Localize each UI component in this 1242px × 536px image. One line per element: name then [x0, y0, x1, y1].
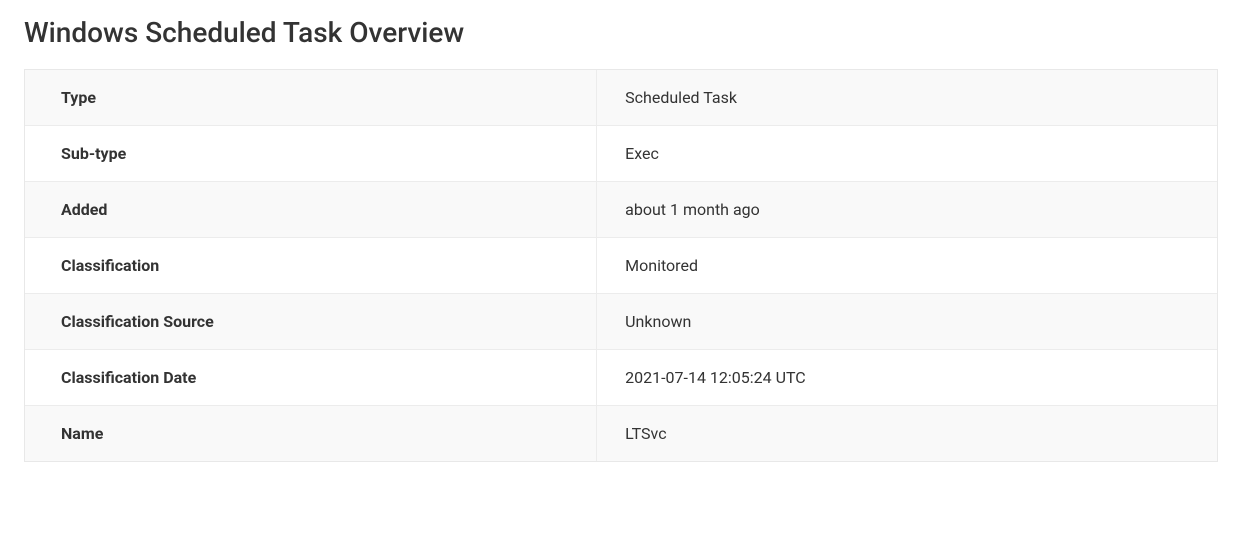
row-label-classification: Classification: [25, 238, 597, 293]
row-value-name: LTSvc: [597, 406, 1217, 461]
page-title: Windows Scheduled Task Overview: [24, 16, 1218, 49]
row-label-type: Type: [25, 70, 597, 125]
table-row: Name LTSvc: [25, 406, 1217, 461]
overview-table: Type Scheduled Task Sub-type Exec Added …: [24, 69, 1218, 462]
row-label-subtype: Sub-type: [25, 126, 597, 181]
table-row: Added about 1 month ago: [25, 182, 1217, 238]
row-value-type: Scheduled Task: [597, 70, 1217, 125]
table-row: Classification Date 2021-07-14 12:05:24 …: [25, 350, 1217, 406]
row-label-name: Name: [25, 406, 597, 461]
row-value-added: about 1 month ago: [597, 182, 1217, 237]
table-row: Classification Source Unknown: [25, 294, 1217, 350]
table-row: Sub-type Exec: [25, 126, 1217, 182]
row-label-classification-source: Classification Source: [25, 294, 597, 349]
row-value-classification-source: Unknown: [597, 294, 1217, 349]
row-value-subtype: Exec: [597, 126, 1217, 181]
table-row: Classification Monitored: [25, 238, 1217, 294]
table-row: Type Scheduled Task: [25, 70, 1217, 126]
row-value-classification-date: 2021-07-14 12:05:24 UTC: [597, 350, 1217, 405]
row-label-added: Added: [25, 182, 597, 237]
row-value-classification: Monitored: [597, 238, 1217, 293]
row-label-classification-date: Classification Date: [25, 350, 597, 405]
